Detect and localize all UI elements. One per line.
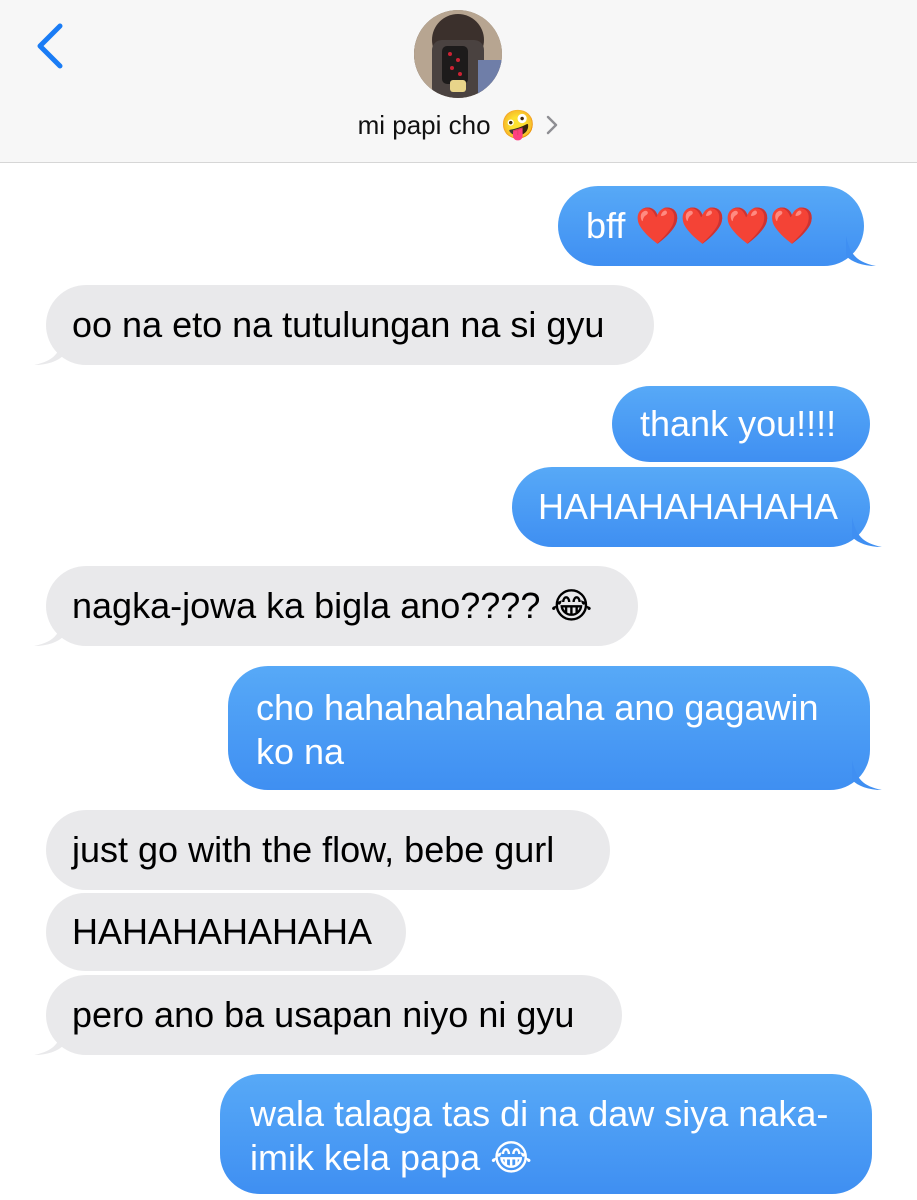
bubble-tail [846,236,876,266]
message-bubble-sent[interactable]: thank you!!!! [612,386,870,462]
message-text: nagka-jowa ka bigla ano???? 😂 [72,585,593,626]
bubble-tail [34,335,64,365]
contact-name: mi papi cho [357,109,491,140]
message-text: HAHAHAHAHAHA [72,911,373,952]
message-bubble-received[interactable]: nagka-jowa ka bigla ano???? 😂 [34,566,638,646]
conversation-header: mi papi cho 🤪 [0,0,917,163]
chevron-left-icon [37,23,63,69]
contact-avatar[interactable] [414,10,502,98]
message-bubble-received[interactable]: oo na eto na tutulungan na si gyu [34,285,654,365]
message-bubble-received[interactable]: just go with the flow, bebe gurl [46,810,610,890]
message-text: bff ❤️❤️❤️❤️ [586,205,815,246]
message-text: wala talaga tas di na daw siya naka-imik… [250,1093,829,1178]
message-bubble-received[interactable]: HAHAHAHAHAHA [46,893,406,971]
message-bubble-sent[interactable]: wala talaga tas di na daw siya naka-imik… [220,1074,872,1194]
contact-details-link[interactable]: mi papi cho 🤪 [0,105,917,145]
message-bubble-received[interactable]: pero ano ba usapan niyo ni gyu [34,975,622,1055]
bubble-tail [852,760,882,790]
message-text: thank you!!!! [640,403,837,444]
message-bubble-sent[interactable]: cho hahahahahahaha ano gagawin ko na [228,666,882,790]
bubble-tail [34,1025,64,1055]
message-text: just go with the flow, bebe gurl [72,829,555,870]
message-bubble-sent[interactable]: bff ❤️❤️❤️❤️ [558,186,876,266]
message-bubble-sent[interactable]: HAHAHAHAHAHA [512,467,882,547]
back-button[interactable] [30,22,74,72]
contact-emoji: 🤪 [500,109,536,140]
bubble-tail [852,517,882,547]
message-text: oo na eto na tutulungan na si gyu [72,304,605,345]
bubble-tail [34,616,64,646]
message-text: HAHAHAHAHAHA [538,486,839,527]
message-text: cho hahahahahahaha ano gagawin ko na [256,687,819,772]
avatar-photo [414,10,502,98]
message-text: pero ano ba usapan niyo ni gyu [72,994,575,1035]
chevron-right-icon [547,115,558,135]
